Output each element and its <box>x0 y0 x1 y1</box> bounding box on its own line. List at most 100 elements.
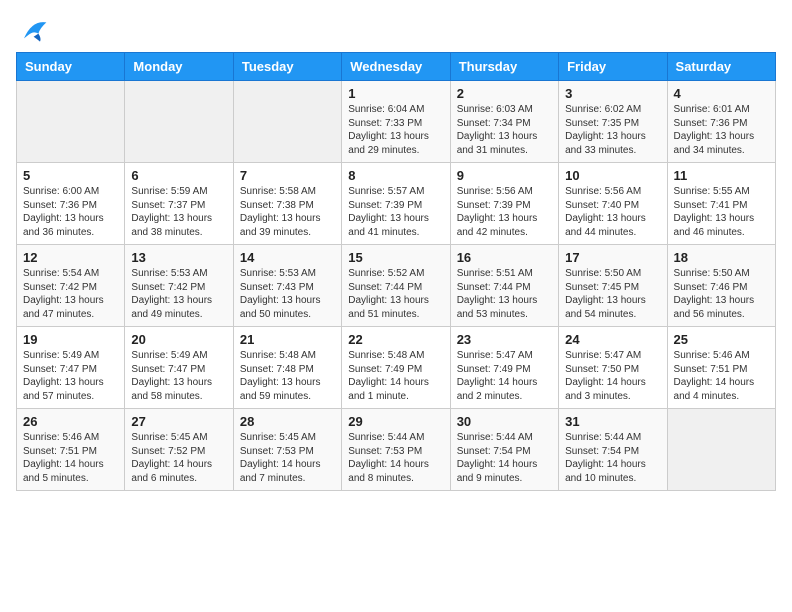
day-number: 23 <box>457 332 552 347</box>
calendar-cell: 22 Sunrise: 5:48 AM Sunset: 7:49 PM Dayli… <box>342 327 450 409</box>
calendar-cell: 4 Sunrise: 6:01 AM Sunset: 7:36 PM Daylig… <box>667 81 775 163</box>
day-info: Sunrise: 5:44 AM Sunset: 7:53 PM Dayligh… <box>348 431 443 485</box>
day-info: Sunrise: 5:57 AM Sunset: 7:39 PM Dayligh… <box>348 185 443 239</box>
day-header-saturday: Saturday <box>667 53 775 81</box>
day-header-wednesday: Wednesday <box>342 53 450 81</box>
day-number: 19 <box>23 332 118 347</box>
day-info: Sunrise: 5:44 AM Sunset: 7:54 PM Dayligh… <box>565 431 660 485</box>
calendar-cell: 19 Sunrise: 5:49 AM Sunset: 7:47 PM Dayli… <box>17 327 125 409</box>
calendar-cell: 20 Sunrise: 5:49 AM Sunset: 7:47 PM Dayli… <box>125 327 233 409</box>
calendar-cell: 25Sunrise: 5:46 AM Sunset: 7:51 PM Dayli… <box>667 327 775 409</box>
calendar-cell <box>17 81 125 163</box>
calendar-cell: 7Sunrise: 5:58 AM Sunset: 7:38 PM Daylig… <box>233 163 341 245</box>
calendar-cell: 5 Sunrise: 6:00 AM Sunset: 7:36 PM Daylig… <box>17 163 125 245</box>
day-number: 8 <box>348 168 443 183</box>
day-number: 1 <box>348 86 443 101</box>
calendar-header-row: SundayMondayTuesdayWednesdayThursdayFrid… <box>17 53 776 81</box>
day-info: Sunrise: 5:48 AM Sunset: 7:49 PM Dayligh… <box>348 349 443 403</box>
calendar-cell: 8 Sunrise: 5:57 AM Sunset: 7:39 PM Daylig… <box>342 163 450 245</box>
logo-icon <box>16 16 48 44</box>
day-info: Sunrise: 5:49 AM Sunset: 7:47 PM Dayligh… <box>23 349 118 403</box>
day-info: Sunrise: 6:02 AM Sunset: 7:35 PM Dayligh… <box>565 103 660 157</box>
calendar-cell: 28 Sunrise: 5:45 AM Sunset: 7:53 PM Dayli… <box>233 409 341 491</box>
day-number: 5 <box>23 168 118 183</box>
page-header <box>16 16 776 44</box>
day-info: Sunrise: 5:49 AM Sunset: 7:47 PM Dayligh… <box>131 349 226 403</box>
day-number: 3 <box>565 86 660 101</box>
calendar-cell: 27Sunrise: 5:45 AM Sunset: 7:52 PM Dayli… <box>125 409 233 491</box>
day-header-tuesday: Tuesday <box>233 53 341 81</box>
day-number: 9 <box>457 168 552 183</box>
day-info: Sunrise: 5:52 AM Sunset: 7:44 PM Dayligh… <box>348 267 443 321</box>
day-info: Sunrise: 5:46 AM Sunset: 7:51 PM Dayligh… <box>674 349 769 403</box>
calendar-cell <box>125 81 233 163</box>
day-number: 17 <box>565 250 660 265</box>
calendar-cell: 29 Sunrise: 5:44 AM Sunset: 7:53 PM Dayli… <box>342 409 450 491</box>
calendar-table: SundayMondayTuesdayWednesdayThursdayFrid… <box>16 52 776 491</box>
day-info: Sunrise: 5:47 AM Sunset: 7:49 PM Dayligh… <box>457 349 552 403</box>
calendar-week-row: 12Sunrise: 5:54 AM Sunset: 7:42 PM Dayli… <box>17 245 776 327</box>
day-info: Sunrise: 5:47 AM Sunset: 7:50 PM Dayligh… <box>565 349 660 403</box>
day-number: 27 <box>131 414 226 429</box>
day-number: 26 <box>23 414 118 429</box>
day-number: 30 <box>457 414 552 429</box>
calendar-cell: 16 Sunrise: 5:51 AM Sunset: 7:44 PM Dayli… <box>450 245 558 327</box>
day-info: Sunrise: 5:46 AM Sunset: 7:51 PM Dayligh… <box>23 431 118 485</box>
day-info: Sunrise: 5:56 AM Sunset: 7:39 PM Dayligh… <box>457 185 552 239</box>
day-number: 28 <box>240 414 335 429</box>
day-info: Sunrise: 5:53 AM Sunset: 7:43 PM Dayligh… <box>240 267 335 321</box>
day-number: 18 <box>674 250 769 265</box>
day-header-thursday: Thursday <box>450 53 558 81</box>
calendar-cell: 9 Sunrise: 5:56 AM Sunset: 7:39 PM Daylig… <box>450 163 558 245</box>
day-number: 20 <box>131 332 226 347</box>
day-info: Sunrise: 5:45 AM Sunset: 7:53 PM Dayligh… <box>240 431 335 485</box>
calendar-cell <box>233 81 341 163</box>
day-info: Sunrise: 5:59 AM Sunset: 7:37 PM Dayligh… <box>131 185 226 239</box>
calendar-cell: 12Sunrise: 5:54 AM Sunset: 7:42 PM Dayli… <box>17 245 125 327</box>
day-header-friday: Friday <box>559 53 667 81</box>
calendar-cell: 1Sunrise: 6:04 AM Sunset: 7:33 PM Daylig… <box>342 81 450 163</box>
day-info: Sunrise: 5:51 AM Sunset: 7:44 PM Dayligh… <box>457 267 552 321</box>
calendar-week-row: 1Sunrise: 6:04 AM Sunset: 7:33 PM Daylig… <box>17 81 776 163</box>
day-header-sunday: Sunday <box>17 53 125 81</box>
day-number: 11 <box>674 168 769 183</box>
calendar-cell: 31Sunrise: 5:44 AM Sunset: 7:54 PM Dayli… <box>559 409 667 491</box>
day-number: 10 <box>565 168 660 183</box>
calendar-cell: 11 Sunrise: 5:55 AM Sunset: 7:41 PM Dayli… <box>667 163 775 245</box>
day-info: Sunrise: 6:01 AM Sunset: 7:36 PM Dayligh… <box>674 103 769 157</box>
day-number: 4 <box>674 86 769 101</box>
calendar-cell: 2Sunrise: 6:03 AM Sunset: 7:34 PM Daylig… <box>450 81 558 163</box>
day-info: Sunrise: 5:53 AM Sunset: 7:42 PM Dayligh… <box>131 267 226 321</box>
calendar-cell: 3 Sunrise: 6:02 AM Sunset: 7:35 PM Daylig… <box>559 81 667 163</box>
day-number: 15 <box>348 250 443 265</box>
calendar-week-row: 5 Sunrise: 6:00 AM Sunset: 7:36 PM Daylig… <box>17 163 776 245</box>
day-info: Sunrise: 5:50 AM Sunset: 7:45 PM Dayligh… <box>565 267 660 321</box>
day-info: Sunrise: 5:48 AM Sunset: 7:48 PM Dayligh… <box>240 349 335 403</box>
day-number: 13 <box>131 250 226 265</box>
calendar-cell: 30Sunrise: 5:44 AM Sunset: 7:54 PM Dayli… <box>450 409 558 491</box>
calendar-cell: 17 Sunrise: 5:50 AM Sunset: 7:45 PM Dayli… <box>559 245 667 327</box>
day-number: 2 <box>457 86 552 101</box>
day-number: 21 <box>240 332 335 347</box>
calendar-cell: 18Sunrise: 5:50 AM Sunset: 7:46 PM Dayli… <box>667 245 775 327</box>
day-info: Sunrise: 5:56 AM Sunset: 7:40 PM Dayligh… <box>565 185 660 239</box>
day-info: Sunrise: 5:55 AM Sunset: 7:41 PM Dayligh… <box>674 185 769 239</box>
calendar-cell <box>667 409 775 491</box>
logo <box>16 16 52 44</box>
calendar-cell: 23 Sunrise: 5:47 AM Sunset: 7:49 PM Dayli… <box>450 327 558 409</box>
day-number: 29 <box>348 414 443 429</box>
day-number: 14 <box>240 250 335 265</box>
day-number: 16 <box>457 250 552 265</box>
calendar-cell: 26 Sunrise: 5:46 AM Sunset: 7:51 PM Dayli… <box>17 409 125 491</box>
calendar-cell: 24 Sunrise: 5:47 AM Sunset: 7:50 PM Dayli… <box>559 327 667 409</box>
calendar-cell: 15 Sunrise: 5:52 AM Sunset: 7:44 PM Dayli… <box>342 245 450 327</box>
day-number: 12 <box>23 250 118 265</box>
day-info: Sunrise: 6:00 AM Sunset: 7:36 PM Dayligh… <box>23 185 118 239</box>
day-number: 24 <box>565 332 660 347</box>
calendar-cell: 13 Sunrise: 5:53 AM Sunset: 7:42 PM Dayli… <box>125 245 233 327</box>
calendar-cell: 6Sunrise: 5:59 AM Sunset: 7:37 PM Daylig… <box>125 163 233 245</box>
calendar-cell: 10 Sunrise: 5:56 AM Sunset: 7:40 PM Dayli… <box>559 163 667 245</box>
day-number: 22 <box>348 332 443 347</box>
day-info: Sunrise: 5:58 AM Sunset: 7:38 PM Dayligh… <box>240 185 335 239</box>
calendar-cell: 14 Sunrise: 5:53 AM Sunset: 7:43 PM Dayli… <box>233 245 341 327</box>
